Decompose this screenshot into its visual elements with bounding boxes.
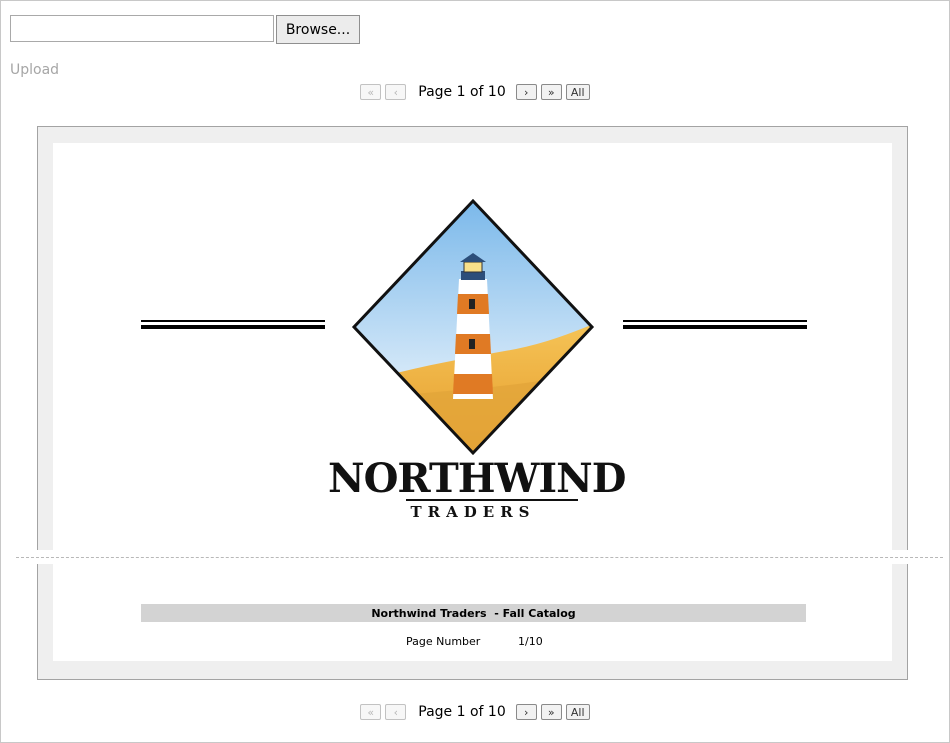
page-break-divider xyxy=(16,550,943,564)
double-chevron-left-icon: « xyxy=(367,85,375,99)
page-indicator-bottom: Page 1 of 10 xyxy=(418,704,506,720)
decorative-rule-right xyxy=(623,320,807,330)
next-page-button-bottom[interactable]: › xyxy=(515,704,537,720)
show-all-button-bottom[interactable]: All xyxy=(565,704,590,720)
chevron-left-icon: ‹ xyxy=(393,85,398,99)
prev-page-button-bottom[interactable]: ‹ xyxy=(385,704,407,720)
file-path-input[interactable] xyxy=(10,15,274,42)
pager-bottom: « ‹ Page 1 of 10 › » All xyxy=(0,702,950,722)
last-page-button[interactable]: » xyxy=(540,84,562,100)
page-number-label: Page Number xyxy=(406,635,481,648)
catalog-title: Northwind Traders - Fall Catalog xyxy=(371,606,576,620)
pager-top: « ‹ Page 1 of 10 › » All xyxy=(0,82,950,102)
double-chevron-right-icon: » xyxy=(547,85,555,99)
prev-page-button[interactable]: ‹ xyxy=(385,84,407,100)
brand-subtitle: TRADERS xyxy=(410,503,536,521)
first-page-button-bottom[interactable]: « xyxy=(360,704,382,720)
decorative-rule-left xyxy=(141,320,325,330)
catalog-title-bar: Northwind Traders - Fall Catalog xyxy=(141,604,806,622)
chevron-right-icon: › xyxy=(524,705,529,719)
page-indicator: Page 1 of 10 xyxy=(418,84,506,100)
page-number-value: 1/10 xyxy=(518,635,543,648)
last-page-button-bottom[interactable]: » xyxy=(540,704,562,720)
browse-button[interactable]: Browse... xyxy=(276,15,360,44)
first-page-button[interactable]: « xyxy=(360,84,382,100)
chevron-right-icon: › xyxy=(524,85,529,99)
report-page: NORTHWIND TRADERS Northwind Traders - Fa… xyxy=(16,143,943,661)
brand-name: NORTHWIND xyxy=(328,455,626,502)
double-chevron-right-icon: » xyxy=(547,705,555,719)
double-chevron-left-icon: « xyxy=(367,705,375,719)
brand-underline xyxy=(406,499,578,501)
next-page-button[interactable]: › xyxy=(515,84,537,100)
upload-link[interactable]: Upload xyxy=(10,62,59,78)
show-all-button[interactable]: All xyxy=(565,84,590,100)
report-viewer: NORTHWIND TRADERS Northwind Traders - Fa… xyxy=(16,126,943,680)
chevron-left-icon: ‹ xyxy=(393,705,398,719)
